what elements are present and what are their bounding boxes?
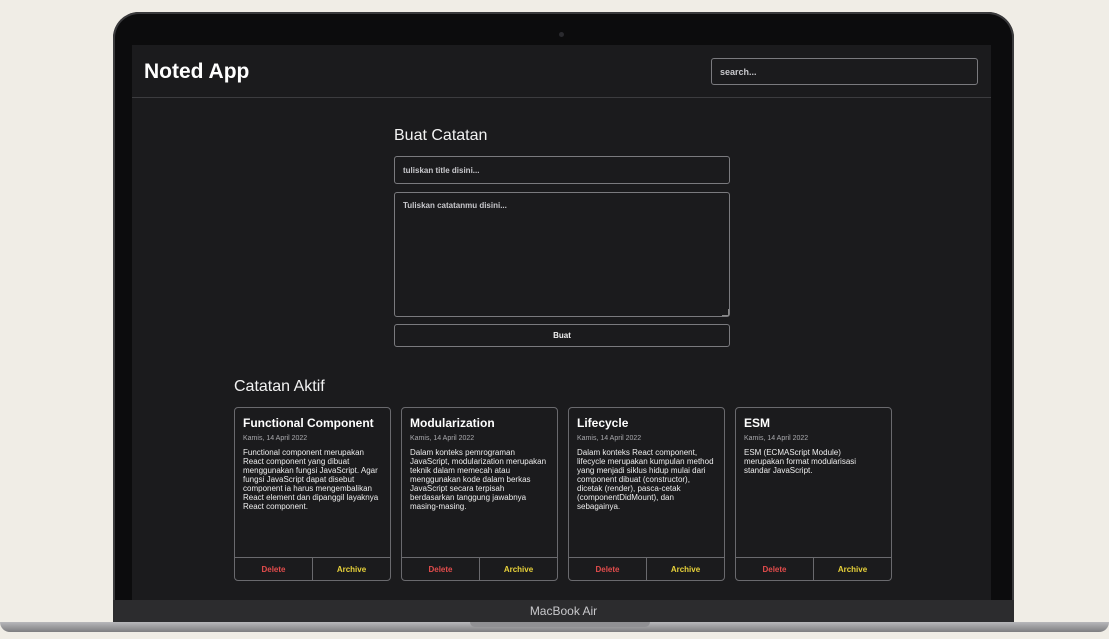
resize-grip-icon[interactable]	[722, 309, 729, 316]
form-heading: Buat Catatan	[394, 127, 488, 144]
laptop-chin: MacBook Air	[113, 600, 1014, 622]
create-note-button[interactable]: Buat	[394, 324, 730, 347]
delete-button[interactable]: Delete	[736, 558, 814, 580]
note-body: Dalam konteks React component, lifecycle…	[577, 448, 714, 511]
note-date: Kamis, 14 April 2022	[577, 435, 642, 442]
note-title: Modularization	[410, 416, 495, 430]
archive-button[interactable]: Archive	[647, 558, 724, 580]
note-title-input[interactable]	[394, 156, 730, 184]
note-title: Functional Component	[243, 416, 374, 430]
note-title: Lifecycle	[577, 416, 629, 430]
note-body: Dalam konteks pemrograman JavaScript, mo…	[410, 448, 547, 511]
note-card: Lifecycle Kamis, 14 April 2022 Dalam kon…	[568, 407, 725, 581]
delete-button[interactable]: Delete	[402, 558, 480, 580]
archive-button[interactable]: Archive	[480, 558, 557, 580]
note-card: ESM Kamis, 14 April 2022 ESM (ECMAScript…	[735, 407, 892, 581]
note-date: Kamis, 14 April 2022	[410, 435, 475, 442]
note-date: Kamis, 14 April 2022	[243, 435, 308, 442]
notes-list: Functional Component Kamis, 14 April 202…	[234, 407, 894, 587]
note-body: Functional component merupakan React com…	[243, 448, 379, 511]
note-card: Functional Component Kamis, 14 April 202…	[234, 407, 391, 581]
note-body-input[interactable]	[394, 192, 730, 317]
app-header: Noted App	[132, 45, 991, 98]
device-label: MacBook Air	[529, 604, 598, 618]
note-body: ESM (ECMAScript Module) merupakan format…	[744, 448, 857, 475]
camera-icon	[559, 32, 564, 37]
app-title: Noted App	[144, 60, 250, 83]
archive-button[interactable]: Archive	[814, 558, 891, 580]
delete-button[interactable]: Delete	[235, 558, 313, 580]
note-actions: Delete Archive	[235, 557, 390, 580]
delete-button[interactable]: Delete	[569, 558, 647, 580]
laptop-notch	[470, 622, 650, 627]
note-actions: Delete Archive	[402, 557, 557, 580]
archive-button[interactable]: Archive	[313, 558, 390, 580]
note-date: Kamis, 14 April 2022	[744, 435, 809, 442]
active-notes-heading: Catatan Aktif	[234, 378, 325, 395]
note-title: ESM	[744, 416, 771, 430]
note-actions: Delete Archive	[736, 557, 891, 580]
app-screen: Noted App Buat Catatan Buat Catatan Akti…	[132, 45, 991, 600]
note-actions: Delete Archive	[569, 557, 724, 580]
search-input[interactable]	[711, 58, 978, 85]
note-card: Modularization Kamis, 14 April 2022 Dala…	[401, 407, 558, 581]
